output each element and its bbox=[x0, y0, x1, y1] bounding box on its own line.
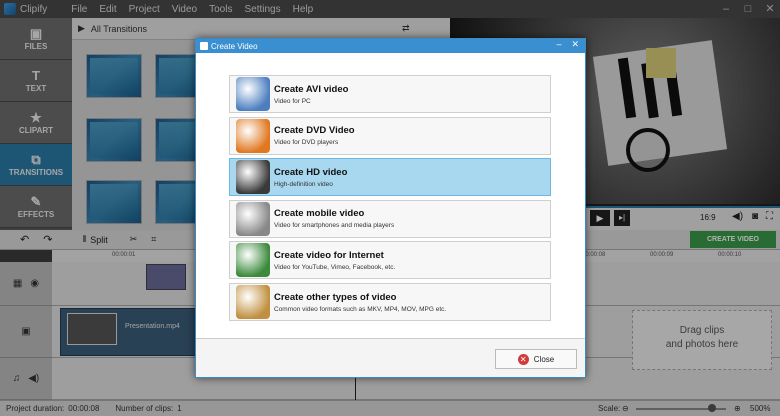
create-hd-option[interactable]: Create HD video High-definition video bbox=[229, 158, 551, 197]
option-title: Create mobile video bbox=[274, 208, 365, 220]
dialog-body: Create AVI video Video for PC Create DVD V… bbox=[196, 53, 585, 339]
dialog-minimize-icon[interactable]: – bbox=[556, 39, 561, 50]
create-video-dialog: Create Video – ✕ Create AVI video Video f… bbox=[195, 38, 586, 378]
option-title: Create AVI video bbox=[274, 83, 349, 95]
option-description: Common video formats such as MKV, MP4, M… bbox=[274, 305, 447, 313]
option-description: Video for smartphones and media players bbox=[274, 222, 395, 230]
option-description: Video for DVD players bbox=[274, 139, 339, 147]
close-button-label: Close bbox=[533, 354, 555, 364]
option-description: Video for YouTube, Vimeo, Facebook, etc. bbox=[274, 263, 396, 271]
dvd-icon bbox=[236, 118, 270, 153]
close-button[interactable]: ✕ Close bbox=[495, 349, 577, 369]
option-description: Video for PC bbox=[274, 97, 311, 105]
option-text: Create HD video High-definition video bbox=[274, 167, 347, 188]
option-title: Create HD video bbox=[274, 166, 348, 178]
film-reel-icon bbox=[236, 285, 270, 319]
option-text: Create video for Internet Video for YouTu… bbox=[274, 250, 395, 271]
dialog-app-icon bbox=[200, 42, 208, 50]
option-title: Create DVD Video bbox=[274, 125, 355, 137]
option-title: Create other types of video bbox=[274, 291, 397, 303]
dialog-title: Create Video bbox=[211, 41, 258, 51]
create-avi-option[interactable]: Create AVI video Video for PC bbox=[229, 75, 551, 113]
dialog-close-icon[interactable]: ✕ bbox=[571, 39, 579, 50]
option-description: High-definition video bbox=[274, 180, 333, 188]
hd-monitor-icon bbox=[236, 160, 270, 195]
option-text: Create AVI video Video for PC bbox=[274, 84, 348, 105]
option-text: Create other types of video Common video … bbox=[274, 292, 446, 313]
dialog-titlebar: Create Video – ✕ bbox=[196, 39, 585, 53]
create-dvd-option[interactable]: Create DVD Video Video for DVD players bbox=[229, 116, 551, 155]
option-text: Create mobile video Video for smartphones… bbox=[274, 208, 394, 229]
create-internet-option[interactable]: Create video for Internet Video for YouTu… bbox=[229, 241, 551, 280]
option-title: Create video for Internet bbox=[274, 249, 384, 261]
close-circle-icon: ✕ bbox=[517, 353, 529, 365]
globe-icon bbox=[236, 243, 270, 278]
avi-icon bbox=[236, 77, 270, 111]
create-mobile-option[interactable]: Create mobile video Video for smartphones… bbox=[229, 199, 551, 238]
mobile-icon bbox=[236, 201, 270, 236]
option-text: Create DVD Video Video for DVD players bbox=[274, 125, 355, 146]
create-other-option[interactable]: Create other types of video Common video … bbox=[229, 283, 551, 321]
